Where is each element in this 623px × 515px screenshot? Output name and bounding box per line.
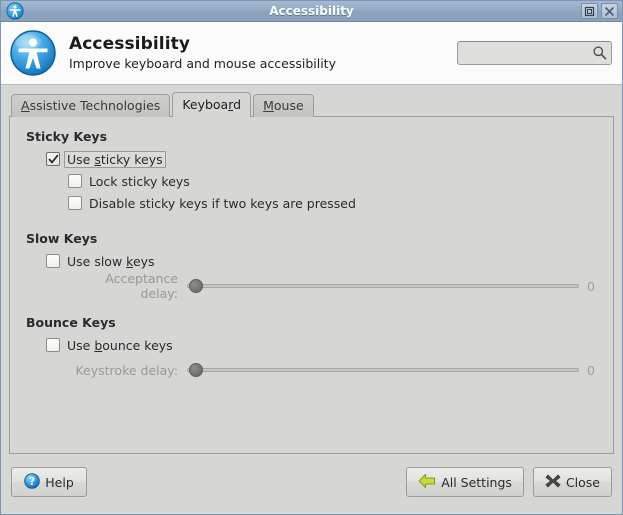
accessibility-person-icon <box>6 2 24 20</box>
help-button-label: Help <box>45 474 74 490</box>
label-part: Use slow <box>67 253 127 269</box>
tab-label: Keyboa <box>182 97 229 112</box>
label-use-sticky-keys: Use sticky keys <box>64 150 166 168</box>
tab-label: ssistive Technologies <box>29 98 161 113</box>
label-part: Use <box>67 337 95 353</box>
settings-notebook: Assistive Technologies Keyboard Mouse St… <box>1 85 622 454</box>
checkbox-use-bounce-keys[interactable] <box>46 338 60 352</box>
window-title: Accessibility <box>269 4 354 18</box>
label-mnemonic: k <box>126 253 133 269</box>
tab-mouse[interactable]: Mouse <box>253 94 314 117</box>
section-title-bounce-keys: Bounce Keys <box>26 315 116 330</box>
checkbox-use-sticky-keys[interactable] <box>46 152 60 166</box>
window-titlebar: Accessibility <box>1 1 622 22</box>
checkbox-disable-sticky-keys[interactable] <box>68 196 82 210</box>
section-title-sticky-keys: Sticky Keys <box>26 129 108 144</box>
label-use-bounce-keys: Use bounce keys <box>67 338 173 353</box>
value-acceptance-delay: 0 <box>587 278 595 294</box>
row-use-slow-keys[interactable]: Use slow keys <box>46 250 599 272</box>
window-controls <box>581 3 618 19</box>
all-settings-button[interactable]: All Settings <box>406 467 524 497</box>
tab-label-tail: d <box>233 97 242 112</box>
dialog-action-bar: ? Help All Settings Close <box>1 454 622 502</box>
checkbox-lock-sticky-keys[interactable] <box>68 174 82 188</box>
label-part: eys <box>132 253 155 269</box>
svg-text:?: ? <box>29 475 35 487</box>
slider-handle[interactable] <box>189 279 203 293</box>
accessibility-window: Accessibility Accessibility Improve keyb… <box>0 0 623 515</box>
help-button[interactable]: ? Help <box>11 467 87 497</box>
label-part: ounce keys <box>102 337 173 353</box>
all-settings-button-label: All Settings <box>441 474 512 490</box>
row-acceptance-delay: Acceptance delay: 0 <box>68 271 599 301</box>
group-bounce-keys: Bounce Keys Use bounce keys Keystroke de… <box>24 315 599 382</box>
tab-assistive-technologies[interactable]: Assistive Technologies <box>11 94 171 117</box>
help-question-icon: ? <box>24 472 41 492</box>
label-part: ticky keys <box>100 151 163 167</box>
label-disable-sticky-keys: Disable sticky keys if two keys are pres… <box>89 195 356 211</box>
tab-strip: Assistive Technologies Keyboard Mouse <box>9 92 614 117</box>
group-slow-keys: Slow Keys Use slow keys Acceptance delay… <box>24 231 599 301</box>
row-lock-sticky-keys[interactable]: Lock sticky keys <box>68 170 599 192</box>
tab-mnemonic: M <box>263 98 274 113</box>
group-sticky-keys: Sticky Keys Use sticky keys Lock sticky … <box>24 129 599 214</box>
maximize-icon[interactable] <box>581 3 598 19</box>
row-use-bounce-keys[interactable]: Use bounce keys <box>46 334 599 356</box>
back-arrow-icon <box>418 473 436 492</box>
header-text-block: Accessibility Improve keyboard and mouse… <box>69 34 457 71</box>
label-acceptance-delay: Acceptance delay: <box>105 271 178 301</box>
search-input[interactable] <box>457 41 612 65</box>
slider-keystroke-delay[interactable] <box>187 362 579 378</box>
label-part: Use <box>67 151 95 167</box>
row-keystroke-delay: Keystroke delay: 0 <box>68 358 599 382</box>
accessibility-person-icon <box>9 29 57 77</box>
slider-acceptance-delay[interactable] <box>187 278 579 294</box>
row-use-sticky-keys[interactable]: Use sticky keys <box>46 148 599 170</box>
label-lock-sticky-keys: Lock sticky keys <box>89 173 190 189</box>
section-title-slow-keys: Slow Keys <box>26 231 98 246</box>
search-box <box>457 41 612 65</box>
close-button[interactable]: Close <box>532 467 612 497</box>
slider-track <box>187 368 579 372</box>
tab-label: ouse <box>273 98 304 113</box>
close-button-label: Close <box>565 474 600 490</box>
window-close-icon[interactable] <box>601 3 618 19</box>
slider-track <box>187 284 579 288</box>
label-use-slow-keys: Use slow keys <box>67 254 155 269</box>
page-header: Accessibility Improve keyboard and mouse… <box>1 22 622 85</box>
close-x-icon <box>545 473 561 492</box>
checkbox-use-slow-keys[interactable] <box>46 254 60 268</box>
page-subtitle: Improve keyboard and mouse accessibility <box>69 55 336 71</box>
tab-mnemonic: A <box>21 98 30 113</box>
value-keystroke-delay: 0 <box>587 362 595 378</box>
label-keystroke-delay: Keystroke delay: <box>75 362 178 378</box>
keyboard-tab-panel: Sticky Keys Use sticky keys Lock sticky … <box>9 116 614 454</box>
tab-keyboard[interactable]: Keyboard <box>172 92 252 117</box>
row-disable-sticky-keys[interactable]: Disable sticky keys if two keys are pres… <box>68 192 599 214</box>
slider-handle[interactable] <box>189 363 203 377</box>
page-title: Accessibility <box>69 34 191 55</box>
